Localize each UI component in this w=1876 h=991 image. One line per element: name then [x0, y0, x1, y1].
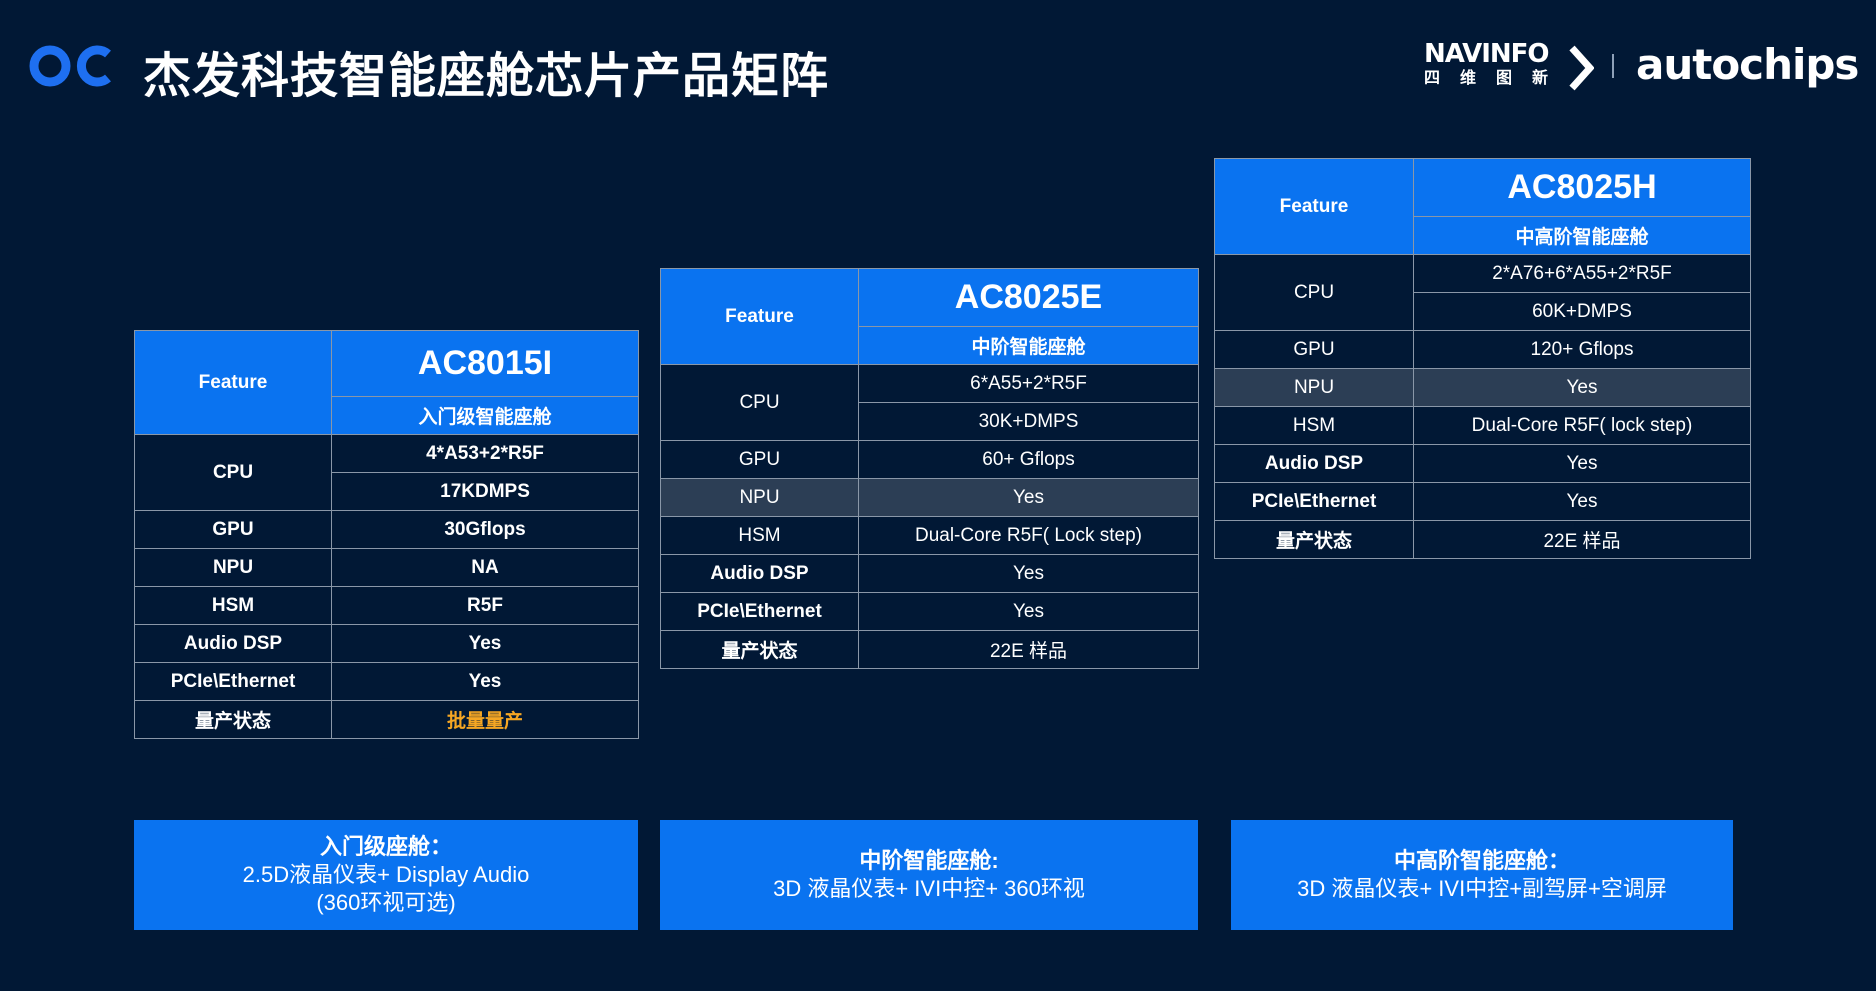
table-row: PCIe\Ethernet Yes — [134, 662, 639, 701]
row-label-npu: NPU — [1214, 368, 1414, 407]
scenario-box-entry: 入门级座舱： 2.5D液晶仪表+ Display Audio (360环视可选) — [134, 820, 638, 930]
value-gpu: 120+ Gflops — [1413, 330, 1751, 369]
table-header-row: Feature AC8025E — [660, 268, 1199, 365]
value-cpu-dmips: 17KDMPS — [331, 472, 639, 511]
value-audio-dsp: Yes — [331, 624, 639, 663]
table-row: PCIe\Ethernet Yes — [1214, 482, 1751, 521]
table-row: GPU 30Gflops — [134, 510, 639, 549]
chevron-right-icon — [1569, 45, 1594, 91]
table-row: CPU 2*A76+6*A55+2*R5F — [1214, 254, 1751, 331]
scenario-title: 中高阶智能座舱： — [1393, 848, 1570, 873]
tier-label: 入门级智能座舱 — [331, 396, 639, 435]
value-cpu-cores: 4*A53+2*R5F — [331, 434, 639, 473]
row-label-status: 量产状态 — [660, 630, 859, 669]
row-label-cpu: CPU — [1214, 254, 1414, 331]
row-label-audio-dsp: Audio DSP — [134, 624, 332, 663]
table-row: HSM R5F — [134, 586, 639, 625]
row-label-gpu: GPU — [1214, 330, 1414, 369]
oc-logo-icon — [29, 45, 111, 87]
value-pcie: Yes — [331, 662, 639, 701]
table-header-row: Feature AC8015I — [134, 330, 639, 435]
value-gpu: 30Gflops — [331, 510, 639, 549]
scenario-line: (360环视可选) — [316, 890, 456, 915]
value-pcie: Yes — [858, 592, 1199, 631]
table-row: HSM Dual-Core R5F( Lock step) — [660, 516, 1199, 555]
scenario-box-mid: 中阶智能座舱: 3D 液晶仪表+ IVI中控+ 360环视 — [660, 820, 1198, 930]
brand-divider — [1612, 54, 1614, 78]
row-label-npu: NPU — [134, 548, 332, 587]
scenario-line: 2.5D液晶仪表+ Display Audio — [242, 862, 530, 887]
spec-table-ac8025h: Feature AC8025H 中高阶智能座舱 CPU 2*A76+6*A55+… — [1214, 158, 1751, 559]
table-row: HSM Dual-Core R5F( lock step) — [1214, 406, 1751, 445]
scenario-title: 中阶智能座舱: — [859, 848, 999, 873]
model-name: AC8025E — [858, 268, 1199, 327]
table-row: GPU 120+ Gflops — [1214, 330, 1751, 369]
value-audio-dsp: Yes — [1413, 444, 1751, 483]
scenario-line: 3D 液晶仪表+ IVI中控+ 360环视 — [773, 876, 1085, 901]
table-row: NPU NA — [134, 548, 639, 587]
value-npu: Yes — [858, 478, 1199, 517]
model-name: AC8025H — [1413, 158, 1751, 217]
value-cpu-cores: 6*A55+2*R5F — [858, 364, 1199, 403]
row-label-status: 量产状态 — [134, 700, 332, 739]
value-npu: Yes — [1413, 368, 1751, 407]
value-status: 22E 样品 — [1413, 520, 1751, 559]
table-row: CPU 4*A53+2*R5F — [134, 434, 639, 511]
spec-table-ac8025e: Feature AC8025E 中阶智能座舱 CPU 6*A55+2*R5F 3… — [660, 268, 1199, 669]
feature-header: Feature — [660, 268, 859, 365]
table-row: Audio DSP Yes — [134, 624, 639, 663]
row-label-pcie: PCIe\Ethernet — [660, 592, 859, 631]
feature-header: Feature — [1214, 158, 1414, 255]
value-audio-dsp: Yes — [858, 554, 1199, 593]
tier-label: 中高阶智能座舱 — [1413, 216, 1751, 255]
table-row: CPU 6*A55+2*R5F — [660, 364, 1199, 441]
table-row: PCIe\Ethernet Yes — [660, 592, 1199, 631]
row-label-cpu: CPU — [134, 434, 332, 511]
value-hsm: Dual-Core R5F( lock step) — [1413, 406, 1751, 445]
row-label-gpu: GPU — [660, 440, 859, 479]
model-name: AC8015I — [331, 330, 639, 397]
row-label-cpu: CPU — [660, 364, 859, 441]
value-hsm: R5F — [331, 586, 639, 625]
value-gpu: 60+ Gflops — [858, 440, 1199, 479]
table-row: GPU 60+ Gflops — [660, 440, 1199, 479]
table-row: 量产状态 22E 样品 — [660, 630, 1199, 669]
row-label-audio-dsp: Audio DSP — [660, 554, 859, 593]
page-title: 杰发科技智能座舱芯片产品矩阵 — [143, 48, 830, 104]
table-row: NPU Yes — [1214, 368, 1751, 407]
scenario-box-high: 中高阶智能座舱： 3D 液晶仪表+ IVI中控+副驾屏+空调屏 — [1231, 820, 1733, 930]
scenario-title: 入门级座舱： — [319, 834, 452, 859]
row-label-hsm: HSM — [134, 586, 332, 625]
spec-table-ac8015i: Feature AC8015I 入门级智能座舱 CPU 4*A53+2*R5F … — [134, 330, 639, 739]
value-cpu-dmips: 30K+DMPS — [858, 402, 1199, 441]
row-label-pcie: PCIe\Ethernet — [1214, 482, 1414, 521]
table-row: NPU Yes — [660, 478, 1199, 517]
row-label-npu: NPU — [660, 478, 859, 517]
feature-header: Feature — [134, 330, 332, 435]
scenario-line: 3D 液晶仪表+ IVI中控+副驾屏+空调屏 — [1297, 876, 1667, 901]
table-row: 量产状态 批量量产 — [134, 700, 639, 739]
value-status: 批量量产 — [331, 700, 639, 739]
value-pcie: Yes — [1413, 482, 1751, 521]
row-label-hsm: HSM — [660, 516, 859, 555]
table-row: Audio DSP Yes — [1214, 444, 1751, 483]
row-label-pcie: PCIe\Ethernet — [134, 662, 332, 701]
value-npu: NA — [331, 548, 639, 587]
value-cpu-dmips: 60K+DMPS — [1413, 292, 1751, 331]
row-label-audio-dsp: Audio DSP — [1214, 444, 1414, 483]
autochips-logo: autochips — [1636, 40, 1859, 89]
row-label-hsm: HSM — [1214, 406, 1414, 445]
table-header-row: Feature AC8025H — [1214, 158, 1751, 255]
value-hsm: Dual-Core R5F( Lock step) — [858, 516, 1199, 555]
tier-label: 中阶智能座舱 — [858, 326, 1199, 365]
row-label-status: 量产状态 — [1214, 520, 1414, 559]
table-row: 量产状态 22E 样品 — [1214, 520, 1751, 559]
value-status: 22E 样品 — [858, 630, 1199, 669]
table-row: Audio DSP Yes — [660, 554, 1199, 593]
value-cpu-cores: 2*A76+6*A55+2*R5F — [1413, 254, 1751, 293]
row-label-gpu: GPU — [134, 510, 332, 549]
